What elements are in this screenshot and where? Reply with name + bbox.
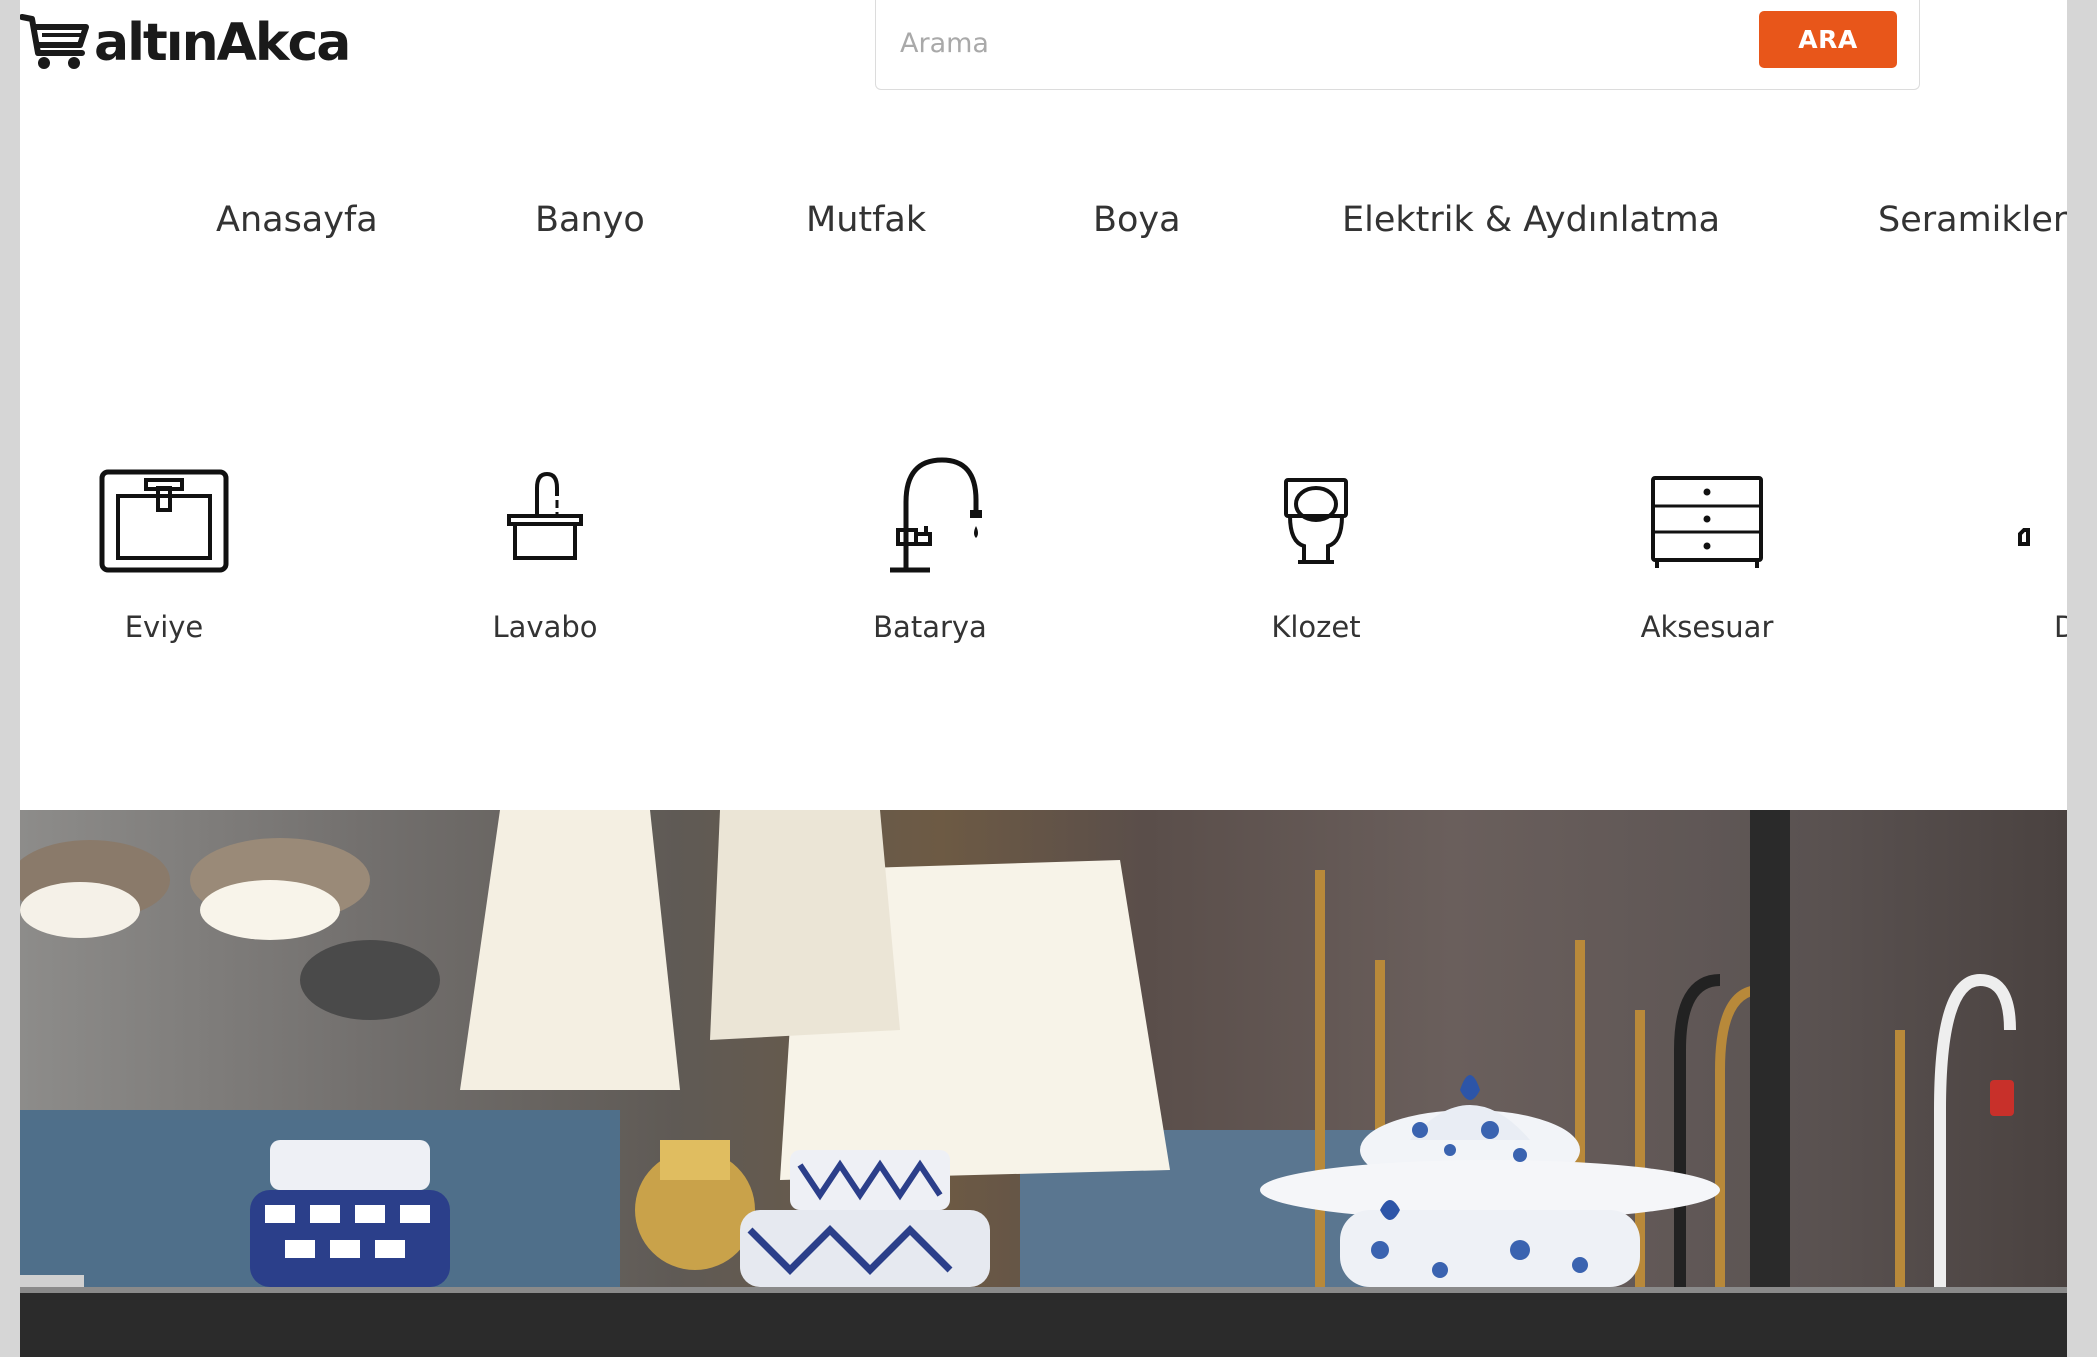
category-label: Eviye [124, 610, 204, 644]
category-lavabo[interactable]: Lavabo [425, 450, 665, 660]
toilet-icon [1246, 450, 1386, 590]
partial-icon [2014, 450, 2054, 590]
category-label: Lavabo [492, 610, 598, 644]
logo-text: altınAkca [94, 13, 351, 73]
category-partial[interactable]: Da [1960, 450, 2067, 660]
sink-icon [94, 450, 234, 590]
category-label: Batarya [873, 610, 987, 644]
faucet-icon [860, 450, 1000, 590]
category-label: Aksesuar [1640, 610, 1774, 644]
slider-indicator[interactable] [20, 1275, 84, 1287]
category-eviye[interactable]: Eviye [44, 450, 284, 660]
nav-item-seramikler[interactable]: Seramikler [1878, 200, 2067, 240]
page: altınAkca ARA Anasayfa Banyo Mutfak Boya… [20, 0, 2067, 1357]
category-strip: Eviye Lavabo Batarya Klozet Aksesuar D [20, 450, 2067, 660]
search-button[interactable]: ARA [1759, 11, 1897, 68]
nav-item-anasayfa[interactable]: Anasayfa [216, 200, 378, 240]
hero-banner[interactable] [20, 810, 2067, 1287]
divider [20, 1287, 2067, 1293]
category-klozet[interactable]: Klozet [1196, 450, 1436, 660]
logo[interactable]: altınAkca [20, 8, 351, 78]
nav-item-boya[interactable]: Boya [1093, 200, 1181, 240]
cabinet-icon [1637, 450, 1777, 590]
nav-item-banyo[interactable]: Banyo [535, 200, 645, 240]
category-label: Klozet [1271, 610, 1361, 644]
cart-icon [20, 13, 92, 73]
basin-icon [475, 450, 615, 590]
main-nav: Anasayfa Banyo Mutfak Boya Elektrik & Ay… [20, 200, 2067, 260]
hero-image [20, 810, 2016, 1287]
category-label: Da [2054, 610, 2067, 644]
search-input[interactable] [898, 18, 1602, 68]
nav-item-elektrik[interactable]: Elektrik & Aydınlatma [1342, 200, 1720, 240]
category-batarya[interactable]: Batarya [810, 450, 1050, 660]
nav-item-mutfak[interactable]: Mutfak [806, 200, 926, 240]
search-bar: ARA [875, 0, 1920, 90]
category-aksesuar[interactable]: Aksesuar [1587, 450, 1827, 660]
dark-band [20, 1287, 2067, 1357]
